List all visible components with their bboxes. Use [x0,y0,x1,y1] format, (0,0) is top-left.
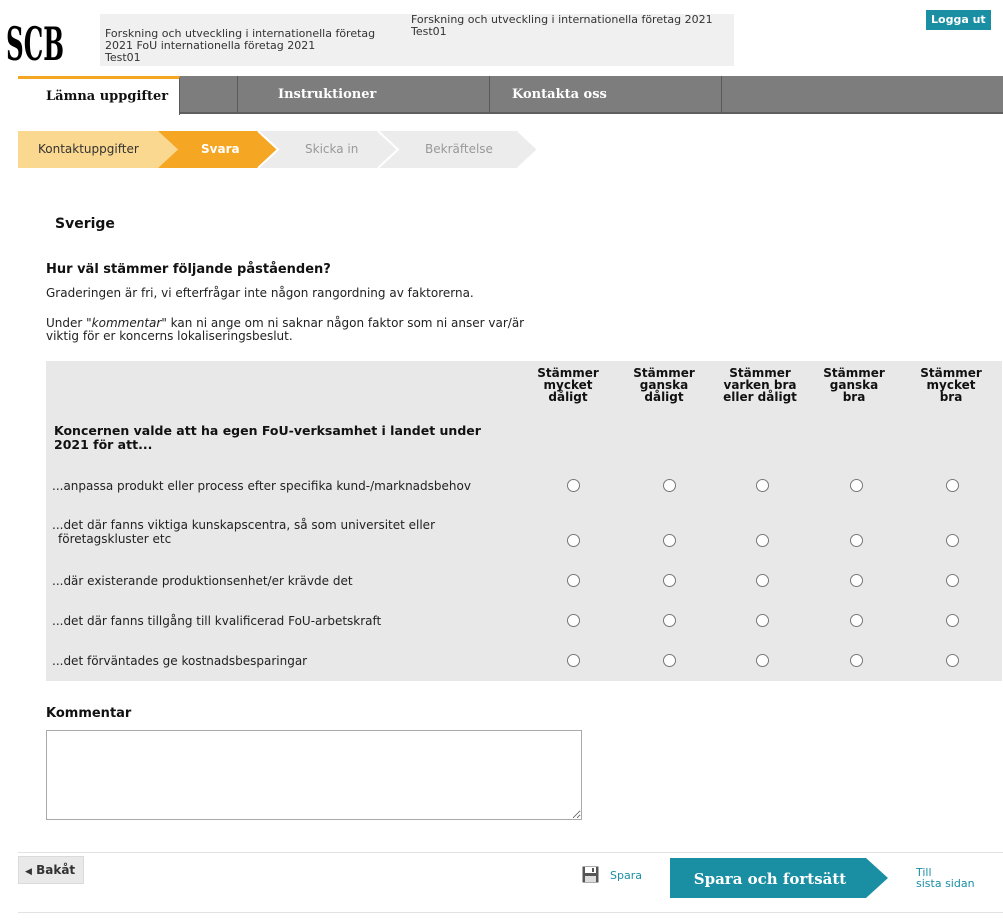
header-info-box: Forskning och utveckling i internationel… [100,14,734,66]
radio-r3-c3[interactable] [756,574,769,587]
comment-label: Kommentar [46,706,132,721]
col-head-3-l3: eller dåligt [723,390,797,404]
col-head-2: Stämmer ganska dåligt [619,367,709,403]
col-head-1-l3: dåligt [548,390,588,404]
radio-r1-c3[interactable] [756,479,769,492]
survey-title-right: Forskning och utveckling i internationel… [411,13,713,26]
logo-text: SCB [6,17,64,66]
radio-r4-c1[interactable] [567,614,580,627]
radio-r1-c5[interactable] [946,479,959,492]
survey-subtitle: 2021 FoU internationella företag 2021 [105,39,316,52]
back-arrow-icon: ◀ [25,867,32,877]
tab-kontakta-oss[interactable]: Kontakta oss [490,76,722,114]
back-button[interactable]: ◀ Bakåt [18,856,84,884]
radio-r1-c4[interactable] [850,479,863,492]
save-continue-label: Spara och fortsätt [694,870,847,888]
radio-r3-c2[interactable] [663,574,676,587]
note-emphasis: kommentar [91,316,162,330]
back-button-label: Bakåt [36,863,76,877]
survey-user-right: Test01 [411,25,447,38]
note-prefix: Under " [46,316,92,330]
col-head-1: Stämmer mycket dåligt [523,367,613,403]
step-skicka-in: Skicka in [305,142,359,156]
header-survey-info-right: Forskning och utveckling i internationel… [411,14,713,38]
radio-r5-c2[interactable] [663,654,676,667]
last-page-line2: sista sidan [916,877,975,890]
radio-r5-c5[interactable] [946,654,959,667]
radio-r1-c1[interactable] [567,479,580,492]
col-head-5-l3: bra [939,390,963,404]
step-svara[interactable]: Svara [201,131,240,168]
radio-r2-c5[interactable] [946,534,959,547]
footer-divider-bottom [18,912,1003,913]
section-title: Sverige [55,216,115,232]
row-label-4: ...det där fanns tillgång till kvalifice… [52,614,382,628]
radio-r4-c5[interactable] [946,614,959,627]
logout-button[interactable]: Logga ut [926,10,991,30]
radio-r3-c4[interactable] [850,574,863,587]
radio-r2-c2[interactable] [663,534,676,547]
save-icon[interactable] [582,866,599,883]
radio-r5-c4[interactable] [850,654,863,667]
radio-r2-c3[interactable] [756,534,769,547]
radio-r3-c5[interactable] [946,574,959,587]
question-title: Hur väl stämmer följande påståenden? [46,262,331,277]
tab-lamna-uppgifter[interactable]: Lämna uppgifter [18,76,180,115]
radio-r4-c2[interactable] [663,614,676,627]
radio-r1-c2[interactable] [663,479,676,492]
question-note: Under "kommentar" kan ni ange om ni sakn… [46,317,526,343]
step-kontaktuppgifter[interactable]: Kontaktuppgifter [38,131,139,168]
question-description: Graderingen är fri, vi efterfrågar inte … [46,286,474,300]
progress-steps: Kontaktuppgifter Svara Skicka in Bekräft… [18,131,538,168]
row-label-1: ...anpassa produkt eller process efter s… [52,479,471,493]
save-link[interactable]: Spara [610,869,642,882]
radio-r2-c4[interactable] [850,534,863,547]
row-label-2: ...det där fanns viktiga kunskapscentra,… [52,518,435,546]
grid-lead-text: Koncernen valde att ha egen FoU-verksamh… [54,423,481,452]
last-page-link[interactable]: Till sista sidan [916,867,975,889]
radio-r4-c4[interactable] [850,614,863,627]
row-label-5: ...det förväntades ge kostnadsbesparinga… [52,654,308,668]
radio-r5-c1[interactable] [567,654,580,667]
comment-textarea[interactable] [46,730,582,820]
row-label-3: ...där existerande produktionsenhet/er k… [52,574,353,588]
col-head-5: Stämmer mycket bra [906,367,996,403]
tab-instruktioner[interactable]: Instruktioner [238,76,490,114]
nav-spacer [180,76,238,114]
scb-logo: SCB [6,17,64,66]
radio-r3-c1[interactable] [567,574,580,587]
footer-divider-top [18,852,1003,853]
col-head-4: Stämmer ganska bra [809,367,899,403]
radio-r2-c1[interactable] [567,534,580,547]
main-nav: Lämna uppgifter Instruktioner Kontakta o… [18,76,1003,115]
col-head-4-l3: bra [842,390,866,404]
save-continue-button[interactable]: Spara och fortsätt [670,858,890,898]
header-survey-info: Forskning och utveckling i internationel… [105,28,375,64]
rating-grid: Stämmer mycket dåligt Stämmer ganska dål… [46,361,1002,681]
step-bekraftelse: Bekräftelse [425,142,493,156]
col-head-3: Stämmer varken bra eller dåligt [715,367,805,403]
radio-r5-c3[interactable] [756,654,769,667]
survey-user: Test01 [105,51,141,64]
radio-r4-c3[interactable] [756,614,769,627]
col-head-2-l3: dåligt [644,390,684,404]
